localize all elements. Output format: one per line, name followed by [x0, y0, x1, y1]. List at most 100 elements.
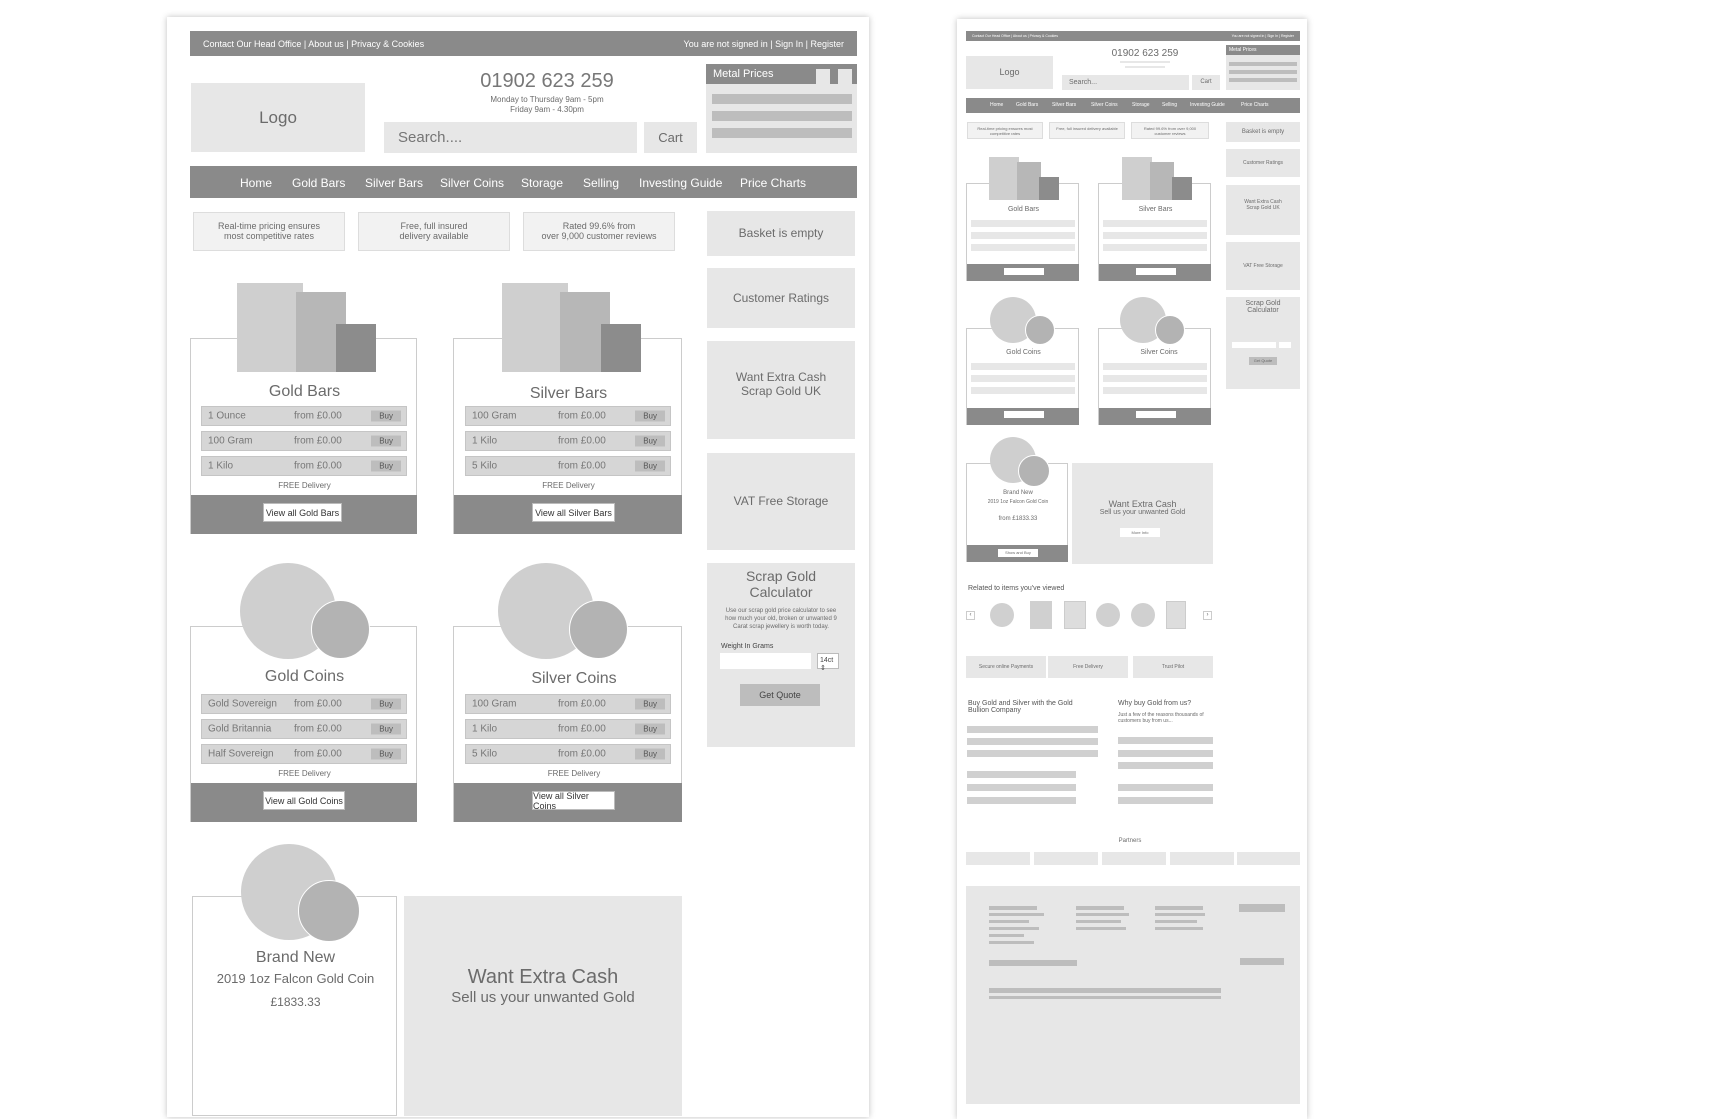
buy-button[interactable]: Buy [371, 435, 401, 447]
scrap-gold-calculator: Scrap Gold Calculator Use our scrap gold … [707, 563, 855, 747]
mini-card-gold-coins: Gold Coins [966, 328, 1079, 425]
mini-cart[interactable]: Cart [1192, 75, 1220, 90]
nav-storage[interactable]: Storage [521, 176, 563, 190]
top-utility-bar: Contact Our Head Office | About us | Pri… [190, 31, 857, 56]
bar-image [502, 283, 568, 372]
mini-trust-pilot: Trust Pilot [1133, 656, 1213, 678]
coin-image [311, 600, 370, 659]
vat-storage-widget[interactable]: VAT Free Storage [707, 453, 855, 550]
mini-search[interactable]: Search... [1062, 75, 1189, 90]
buy-button[interactable]: Buy [635, 460, 665, 472]
mini-topbar: Contact Our Head Office | About us | Pri… [966, 31, 1300, 41]
calc-description: Use our scrap gold price calculator to s… [725, 608, 837, 630]
mini-col1-title: Buy Gold and Silver with the Gold Bullio… [968, 700, 1073, 714]
mini-usp: Rated 99.6% from over 9,000 customer rev… [1131, 122, 1209, 139]
mini-phone: 01902 623 259 [1111, 48, 1179, 59]
view-all-gold-coins-button[interactable]: View all Gold Coins [263, 791, 345, 810]
buy-button[interactable]: Buy [371, 748, 401, 760]
search-input[interactable] [384, 122, 637, 153]
buy-button[interactable]: Buy [371, 410, 401, 422]
mini-col2-title: Why buy Gold from us? [1118, 700, 1192, 707]
customer-ratings-widget[interactable]: Customer Ratings [707, 268, 855, 328]
weight-label: Weight In Grams [721, 643, 774, 650]
basket-widget[interactable]: Basket is empty [707, 211, 855, 256]
product-row: 1 Kilo from £0.00 Buy [465, 431, 671, 451]
mini-card-silver-coins: Silver Coins [1098, 328, 1211, 425]
free-delivery-note: FREE Delivery [547, 769, 601, 778]
sell-gold-banner[interactable]: Want Extra Cash Sell us your unwanted Go… [404, 896, 682, 1116]
mini-vat[interactable]: VAT Free Storage [1226, 242, 1300, 290]
buy-button[interactable]: Buy [635, 435, 665, 447]
logo[interactable]: Logo [191, 83, 365, 152]
mini-logo[interactable]: Logo [966, 56, 1053, 89]
mini-trust-delivery: Free Delivery [1048, 656, 1128, 678]
buy-button[interactable]: Buy [371, 723, 401, 735]
buy-button[interactable]: Buy [371, 698, 401, 710]
nav-gold-bars[interactable]: Gold Bars [292, 176, 345, 190]
view-all-silver-bars-button[interactable]: View all Silver Bars [532, 503, 615, 522]
mini-get-quote[interactable]: Get Quote [1249, 357, 1277, 365]
signin-link[interactable]: Sign In [775, 39, 803, 49]
buy-button[interactable]: Buy [371, 460, 401, 472]
opening-hours-2: Friday 9am - 4.30pm [510, 105, 584, 114]
card-title: Silver Coins [531, 670, 617, 687]
mini-carousel-next[interactable]: › [1203, 611, 1212, 620]
mini-ratings[interactable]: Customer Ratings [1226, 149, 1300, 177]
mini-metal-prices: Metal Prices [1226, 45, 1300, 90]
coin-image [298, 880, 360, 942]
free-delivery-note: FREE Delivery [542, 481, 595, 490]
cart-button[interactable]: Cart [644, 122, 697, 153]
nav-investing-guide[interactable]: Investing Guide [639, 176, 722, 190]
product-row: 100 Gram from £0.00 Buy [465, 694, 671, 714]
mini-carousel-prev[interactable]: ‹ [966, 611, 975, 620]
buy-button[interactable]: Buy [635, 698, 665, 710]
nav-silver-bars[interactable]: Silver Bars [365, 176, 423, 190]
mini-calculator: Scrap Gold Calculator Get Quote [1226, 297, 1300, 389]
usp-delivery: Free, full insured delivery available [358, 212, 510, 251]
nav-price-charts[interactable]: Price Charts [740, 176, 806, 190]
mini-footer [966, 886, 1300, 1104]
metal-tab[interactable] [816, 69, 830, 84]
register-link[interactable]: Register [810, 39, 844, 49]
carat-select[interactable]: 14ct ⇕ [817, 653, 839, 672]
signin-status: You are not signed in [683, 39, 768, 49]
mini-extra-cash[interactable]: Want Extra Cash Scrap Gold UK [1226, 185, 1300, 235]
extra-cash-widget[interactable]: Want Extra Cash Scrap Gold UK [707, 341, 855, 439]
product-row: Gold Britannia from £0.00 Buy [201, 719, 407, 739]
mini-usp: Real-time pricing ensures most competiti… [967, 122, 1043, 139]
metal-tab[interactable] [838, 69, 852, 84]
phone-number: 01902 623 259 [480, 70, 614, 92]
contact-link[interactable]: Contact Our Head Office [203, 39, 301, 49]
product-row: 1 Ounce from £0.00 Buy [201, 406, 407, 426]
view-all-gold-bars-button[interactable]: View all Gold Bars [263, 503, 342, 522]
product-row: Half Sovereign from £0.00 Buy [201, 744, 407, 764]
buy-button[interactable]: Buy [635, 723, 665, 735]
mini-usp: Free, full insured delivery available [1049, 122, 1125, 139]
mini-sell-gold-banner[interactable]: Want Extra Cash Sell us your unwanted Go… [1072, 463, 1213, 564]
product-row: 100 Gram from £0.00 Buy [201, 431, 407, 451]
mini-trust-payments: Secure online Payments [966, 656, 1046, 678]
card-title: Gold Bars [268, 383, 341, 400]
product-row: 5 Kilo from £0.00 Buy [465, 456, 671, 476]
mini-show-buy[interactable]: Show and Buy [998, 549, 1038, 557]
privacy-link[interactable]: Privacy & Cookies [351, 39, 424, 49]
nav-selling[interactable]: Selling [583, 176, 619, 190]
buy-button[interactable]: Buy [635, 748, 665, 760]
card-title: Gold Coins [264, 668, 345, 685]
buy-button[interactable]: Buy [635, 410, 665, 422]
featured-price: £1833.33 [270, 995, 321, 1009]
mini-basket[interactable]: Basket is empty [1226, 122, 1300, 142]
get-quote-button[interactable]: Get Quote [740, 684, 820, 706]
nav-silver-coins[interactable]: Silver Coins [440, 176, 504, 190]
main-nav: Home Gold Bars Silver Bars Silver Coins … [190, 166, 857, 198]
sell-gold-subtitle: Sell us your unwanted Gold [451, 989, 635, 1006]
about-link[interactable]: About us [308, 39, 344, 49]
calc-title: Scrap Gold Calculator [745, 568, 817, 600]
bar-image [237, 283, 303, 372]
coin-image [569, 600, 628, 659]
mini-hours [1120, 61, 1170, 63]
nav-home[interactable]: Home [240, 176, 272, 190]
view-all-silver-coins-button[interactable]: View all Silver Coins [532, 791, 615, 811]
weight-input[interactable] [720, 653, 811, 669]
product-row: 1 Kilo from £0.00 Buy [201, 456, 407, 476]
